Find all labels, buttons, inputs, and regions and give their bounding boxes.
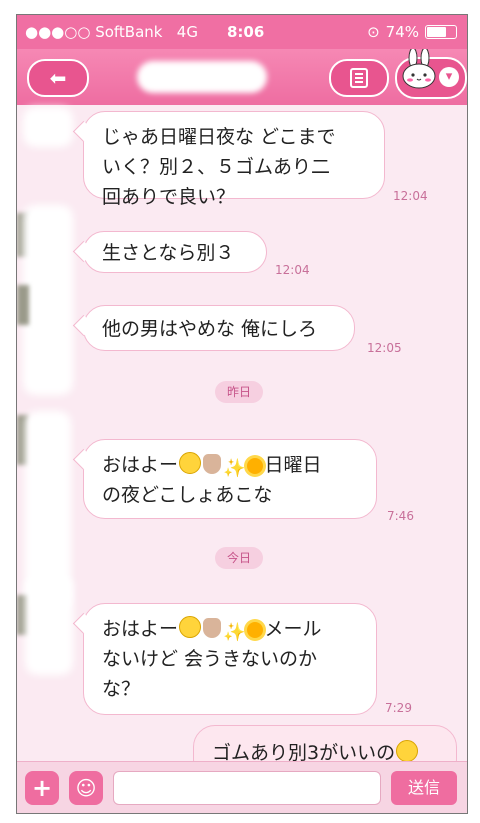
sun-emoji-icon	[247, 622, 264, 638]
message-text: 日曜日	[264, 454, 322, 476]
message-text: メール	[264, 618, 322, 640]
send-button[interactable]: 送信	[391, 771, 457, 805]
message-time: 7:46	[387, 509, 414, 523]
raised-hand-emoji-icon	[203, 454, 222, 474]
battery-icon	[425, 25, 457, 39]
message-text: な？	[102, 678, 141, 700]
profile-button[interactable]: ▾	[395, 49, 467, 99]
chevron-down-icon: ▾	[439, 67, 459, 87]
sticker-button[interactable]: ☺	[69, 771, 103, 805]
message-bubble[interactable]: おはよー ✨ 日曜日 の夜どこしょあこな	[83, 439, 377, 519]
avatar-redacted	[23, 205, 73, 395]
message-text: 生さとなら別３	[102, 242, 235, 264]
avatar-redacted	[23, 107, 73, 147]
menu-icon	[350, 68, 368, 88]
message-text: じゃあ日曜日夜な どこまで いく？別２、５ゴムあり二 回ありで良い？	[102, 126, 336, 208]
sparkles-emoji-icon: ✨	[223, 458, 246, 479]
network-label: 4G	[176, 23, 198, 41]
chat-area[interactable]: じゃあ日曜日夜な どこまで いく？別２、５ゴムあり二 回ありで良い？ 12:04…	[17, 105, 467, 781]
rotation-lock-icon: ⊙	[367, 23, 380, 41]
grin-emoji-icon	[179, 616, 202, 638]
status-bar: ●●●○○ SoftBank 4G 8:06 ⊙ 74%	[17, 15, 467, 49]
message-text: おはよー	[102, 454, 179, 476]
avatar-redacted	[25, 575, 73, 675]
sparkles-emoji-icon: ✨	[223, 622, 246, 643]
menu-button[interactable]	[329, 59, 389, 97]
message-bubble[interactable]: 他の男はやめな 俺にしろ	[83, 305, 355, 351]
sticker-icon: ☺	[75, 776, 97, 800]
message-time: 12:04	[393, 189, 428, 203]
chat-header: ⬅ ▾	[17, 49, 467, 105]
input-bar: + ☺ 送信	[17, 761, 467, 813]
date-divider: 今日	[215, 547, 264, 569]
sun-emoji-icon	[247, 458, 264, 474]
message-text: おはよー	[102, 618, 179, 640]
date-divider: 昨日	[215, 381, 264, 403]
contact-name-redacted	[137, 61, 267, 93]
message-time: 7:29	[385, 701, 412, 715]
relieved-emoji-icon	[396, 740, 419, 762]
message-bubble[interactable]: おはよー ✨ メール ないけど 会うきないのか な？	[83, 603, 377, 715]
back-button[interactable]: ⬅	[27, 59, 89, 97]
grin-emoji-icon	[179, 452, 202, 474]
avatar-fragment	[17, 285, 29, 325]
back-arrow-icon: ⬅	[49, 66, 67, 90]
carrier-label: ●●●○○ SoftBank 4G	[25, 23, 198, 41]
bunny-sticker-icon	[402, 49, 436, 89]
message-input[interactable]	[113, 771, 381, 805]
phone-screen: ●●●○○ SoftBank 4G 8:06 ⊙ 74% ⬅ ▾ じゃあ日曜日夜…	[16, 14, 468, 814]
message-bubble[interactable]: じゃあ日曜日夜な どこまで いく？別２、５ゴムあり二 回ありで良い？	[83, 111, 385, 208]
message-bubble[interactable]: 生さとなら別３	[83, 231, 267, 273]
plus-icon: +	[31, 774, 53, 802]
battery-percent: 74%	[385, 23, 419, 41]
raised-hand-emoji-icon	[203, 618, 222, 638]
clock: 8:06	[227, 23, 265, 41]
message-time: 12:04	[275, 263, 310, 277]
message-text: ないけど 会うきないのか	[102, 648, 318, 670]
plus-button[interactable]: +	[25, 771, 59, 805]
message-text: 他の男はやめな 俺にしろ	[102, 318, 318, 340]
message-text: の夜どこしょあこな	[102, 484, 273, 506]
message-time: 12:05	[367, 341, 402, 355]
